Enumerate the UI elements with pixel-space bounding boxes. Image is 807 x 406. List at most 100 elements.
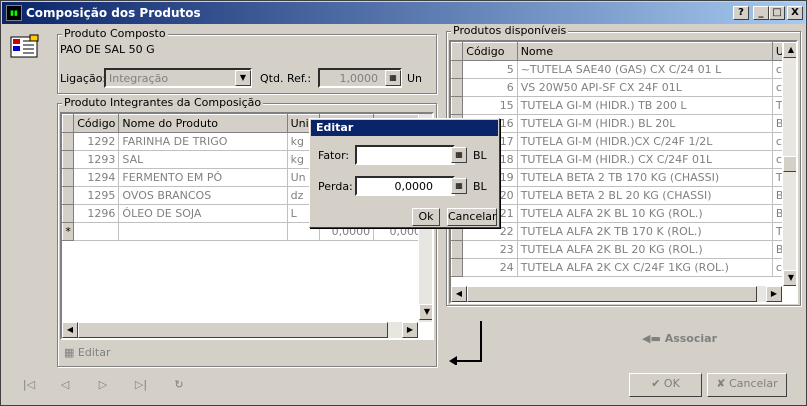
nav-last-icon[interactable]: ▷| — [131, 376, 151, 394]
cell-codigo[interactable]: 15 — [462, 96, 518, 115]
row-indicator[interactable] — [62, 150, 75, 169]
cell-nome[interactable]: SAL — [118, 150, 288, 169]
dialog-cancel-button[interactable]: Cancelar — [447, 208, 497, 226]
cell-nome[interactable]: ÓLEO DE SOJA — [118, 204, 288, 223]
horizontal-scrollbar[interactable]: ◀ ▶ — [451, 286, 782, 302]
cell-codigo[interactable]: 1293 — [73, 150, 120, 169]
row-indicator[interactable] — [451, 240, 464, 259]
cell-nome[interactable]: TUTELA GI-M (HIDR.)CX C/24F 1/2L — [517, 132, 773, 151]
nav-next-icon[interactable]: ▷ — [93, 376, 113, 394]
vertical-scroll-thumb[interactable] — [783, 156, 796, 172]
cell-codigo[interactable]: 1294 — [73, 168, 120, 187]
dialog-title[interactable]: Editar — [311, 120, 498, 136]
ligacao-value: Integração — [109, 72, 169, 85]
maximize-button[interactable]: □ — [769, 6, 785, 20]
row-indicator-header — [62, 114, 75, 133]
cell-nome[interactable]: TUTELA ALFA 2K BL 20 KG (ROL.) — [517, 240, 773, 259]
table-row[interactable]: 18 TUTELA GI-M (HIDR.) CX C/24F 01L c — [451, 150, 789, 169]
dialog-ok-button[interactable]: Ok — [412, 208, 440, 226]
cell-codigo[interactable]: 6 — [462, 78, 518, 97]
ok-button[interactable]: ✔ OK — [629, 373, 702, 397]
col-codigo[interactable]: Código — [73, 114, 120, 133]
cell-nome[interactable]: TUTELA GI-M (HIDR.) CX C/24F 01L — [517, 150, 773, 169]
horizontal-scroll-thumb[interactable] — [78, 322, 388, 338]
close-button[interactable]: X — [787, 6, 803, 20]
row-indicator[interactable] — [451, 60, 464, 79]
fator-input[interactable] — [355, 145, 455, 165]
row-indicator[interactable] — [451, 78, 464, 97]
cell-codigo[interactable]: 5 — [462, 60, 518, 79]
chevron-down-icon[interactable]: ▼ — [235, 70, 251, 86]
table-row[interactable]: 21 TUTELA ALFA 2K BL 10 KG (ROL.) B — [451, 204, 789, 223]
calculator-icon[interactable]: ▦ — [451, 147, 467, 163]
ligacao-select[interactable]: Integração — [104, 68, 252, 88]
nav-refresh-icon[interactable]: ↻ — [169, 376, 189, 394]
cell-codigo[interactable]: 23 — [462, 240, 518, 259]
cell-nome[interactable]: TUTELA BETA 2 TB 170 KG (CHASSI) — [517, 168, 773, 187]
editar-button[interactable]: ▦ Editar — [64, 346, 110, 359]
cell-nome[interactable]: TUTELA BETA 2 BL 20 KG (CHASSI) — [517, 186, 773, 205]
table-row[interactable]: 20 TUTELA BETA 2 BL 20 KG (CHASSI) B — [451, 186, 789, 205]
table-row[interactable]: 23 TUTELA ALFA 2K BL 20 KG (ROL.) B — [451, 240, 789, 259]
nav-first-icon[interactable]: |◁ — [19, 376, 39, 394]
horizontal-scrollbar[interactable]: ◀ ▶ — [62, 322, 418, 338]
cell-codigo[interactable]: 1296 — [73, 204, 120, 223]
qtd-unit: Un — [407, 72, 423, 85]
cell-nome[interactable]: VS 20W50 API-SF CX 24F 01L — [517, 78, 773, 97]
cell-nome[interactable]: FARINHA DE TRIGO — [118, 132, 288, 151]
row-indicator[interactable] — [62, 186, 75, 205]
associar-button[interactable]: ◀▬ Associar — [642, 332, 717, 345]
cell-codigo[interactable]: 24 — [462, 258, 518, 277]
cell-nome[interactable]: TUTELA GI-M (HIDR.) BL 20L — [517, 114, 773, 133]
cell-nome[interactable]: TUTELA ALFA 2K TB 170 K (ROL.) — [517, 222, 773, 241]
scroll-down-icon[interactable]: ▼ — [783, 270, 796, 286]
cell-codigo[interactable] — [73, 222, 120, 241]
row-indicator[interactable] — [451, 258, 464, 277]
row-indicator[interactable] — [62, 168, 75, 187]
new-row-marker[interactable]: * — [62, 222, 75, 241]
horizontal-scroll-thumb[interactable] — [467, 286, 757, 302]
disponiveis-grid[interactable]: Código Nome U 5 ~TUTELA SAE40 (GAS) CX C/… — [449, 40, 798, 304]
vertical-scrollbar[interactable]: ▲ ▼ — [782, 42, 796, 286]
col-codigo[interactable]: Código — [462, 42, 518, 61]
table-row[interactable]: 16 TUTELA GI-M (HIDR.) BL 20L B — [451, 114, 789, 133]
perda-input[interactable]: 0,0000 — [355, 176, 455, 196]
row-indicator[interactable] — [62, 204, 75, 223]
table-row[interactable]: 19 TUTELA BETA 2 TB 170 KG (CHASSI) T — [451, 168, 789, 187]
cell-nome[interactable]: TUTELA ALFA 2K BL 10 KG (ROL.) — [517, 204, 773, 223]
calculator-icon[interactable]: ▦ — [385, 70, 401, 86]
table-row[interactable]: 24 TUTELA ALFA 2K CX C/24F 1KG (ROL.) c — [451, 258, 789, 277]
table-row[interactable]: 6 VS 20W50 API-SF CX 24F 01L c — [451, 78, 789, 97]
scroll-right-icon[interactable]: ▶ — [402, 322, 418, 338]
table-row[interactable]: 5 ~TUTELA SAE40 (GAS) CX C/24 01 Lc — [451, 60, 789, 79]
cell-nome[interactable]: TUTELA ALFA 2K CX C/24F 1KG (ROL.) — [517, 258, 773, 277]
scroll-up-icon[interactable]: ▲ — [783, 42, 796, 58]
cell-nome[interactable]: OVOS BRANCOS — [118, 186, 288, 205]
nav-prev-icon[interactable]: ◁ — [55, 376, 75, 394]
cell-codigo[interactable]: 1295 — [73, 186, 120, 205]
cell-nome[interactable] — [118, 222, 288, 241]
minimize-button[interactable]: _ — [753, 6, 769, 20]
col-nome[interactable]: Nome — [516, 42, 773, 61]
table-row[interactable]: 17 TUTELA GI-M (HIDR.)CX C/24F 1/2L c — [451, 132, 789, 151]
table-row[interactable]: 22 TUTELA ALFA 2K TB 170 K (ROL.) T — [451, 222, 789, 241]
col-nome-produto[interactable]: Nome do Produto — [118, 114, 288, 133]
calculator-icon[interactable]: ▦ — [451, 178, 467, 194]
help-button[interactable]: ? — [733, 6, 749, 20]
table-header-row: Código Nome U — [451, 42, 789, 61]
cancel-button[interactable]: ✘ Cancelar — [707, 373, 787, 397]
associate-icon: ◀▬ — [642, 332, 661, 345]
scroll-left-icon[interactable]: ◀ — [451, 286, 467, 302]
editar-label: Editar — [77, 346, 111, 359]
cell-nome[interactable]: TUTELA GI-M (HIDR.) TB 200 L — [517, 96, 773, 115]
scroll-right-icon[interactable]: ▶ — [766, 286, 782, 302]
table-row[interactable]: 15 TUTELA GI-M (HIDR.) TB 200 LT — [451, 96, 789, 115]
scroll-left-icon[interactable]: ◀ — [62, 322, 78, 338]
row-indicator[interactable] — [451, 96, 464, 115]
cell-nome[interactable]: FERMENTO EM PÓ — [118, 168, 288, 187]
cell-codigo[interactable]: 1292 — [73, 132, 120, 151]
title-bar[interactable]: ▮▮ Composição dos Produtos ? _ □ X — [2, 2, 805, 24]
cell-nome[interactable]: ~TUTELA SAE40 (GAS) CX C/24 01 L — [517, 60, 773, 79]
scroll-down-icon[interactable]: ▼ — [419, 304, 432, 320]
row-indicator[interactable] — [62, 132, 75, 151]
